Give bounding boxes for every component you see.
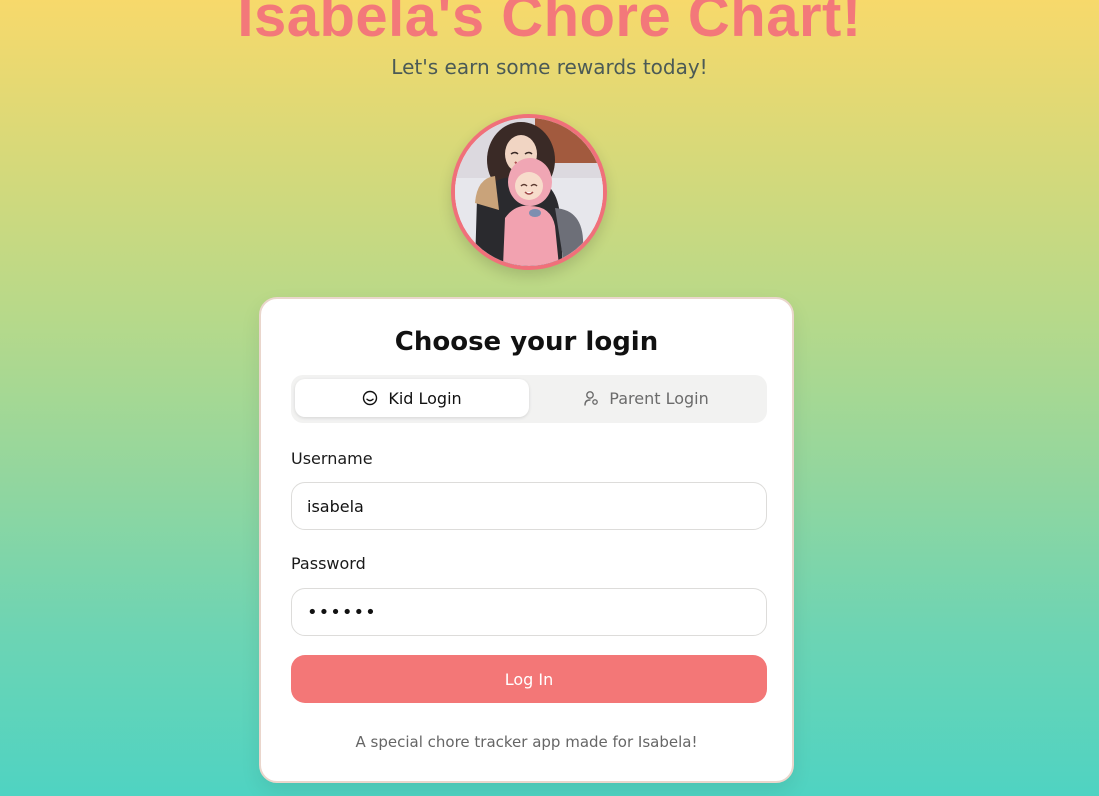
tab-parent-login-label: Parent Login — [609, 388, 709, 408]
login-type-tabs: Kid Login Parent Login — [291, 375, 767, 423]
tab-parent-login[interactable]: Parent Login — [529, 379, 763, 417]
user-shield-icon — [583, 390, 599, 406]
password-masked-value: •••••• — [307, 602, 377, 623]
password-label: Password — [291, 554, 366, 573]
login-card: Choose your login Kid Login Parent Login — [259, 297, 794, 783]
page-title: Isabela's Chore Chart! — [237, 0, 862, 49]
card-title: Choose your login — [394, 327, 659, 357]
smile-icon — [362, 390, 378, 406]
page-subtitle: Let's earn some rewards today! — [391, 55, 708, 79]
username-label: Username — [291, 449, 373, 468]
tab-kid-login[interactable]: Kid Login — [295, 379, 529, 417]
footer-note: A special chore tracker app made for Isa… — [355, 733, 698, 751]
avatar — [451, 114, 607, 270]
login-button[interactable]: Log In — [291, 655, 767, 703]
avatar-photo — [455, 118, 603, 266]
username-input[interactable] — [291, 482, 767, 530]
tab-kid-login-label: Kid Login — [388, 388, 462, 408]
